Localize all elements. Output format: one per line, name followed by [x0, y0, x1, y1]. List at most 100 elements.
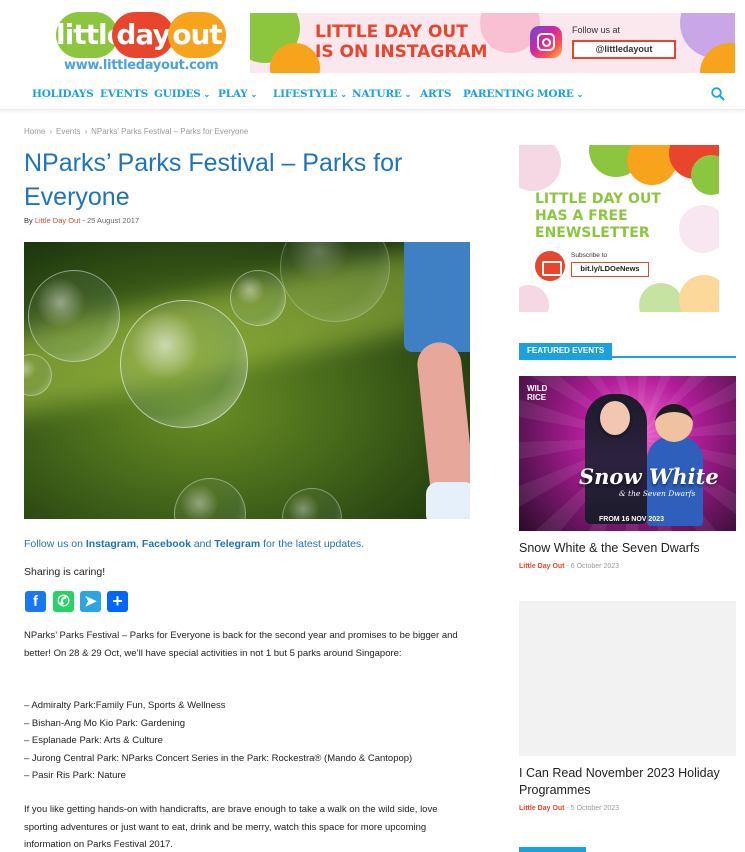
- nav-label: GUIDES: [154, 88, 201, 100]
- nav-item-more[interactable]: MORE ⌄: [537, 80, 583, 110]
- byline: By Little Day Out - 25 August 2017: [24, 216, 139, 225]
- bubble: [28, 270, 120, 362]
- nav-item-lifestyle[interactable]: LIFESTYLE ⌄: [273, 80, 347, 110]
- newsletter-banner[interactable]: LITTLE DAY OUT HAS A FREE ENEWSLETTER Su…: [519, 145, 719, 312]
- search-icon[interactable]: [711, 87, 725, 101]
- instagram-link[interactable]: Instagram: [86, 538, 136, 550]
- article-hero-image: [24, 242, 470, 519]
- nav-item-parenting[interactable]: PARENTING: [463, 80, 534, 110]
- nav-item-nature[interactable]: NATURE ⌄: [352, 80, 411, 110]
- event-author[interactable]: Little Day Out: [519, 805, 565, 812]
- follow-prefix: Follow us on: [24, 538, 86, 550]
- article-outro: If you like getting hands-on with handic…: [24, 804, 438, 850]
- featured-events-label: FEATURED EVENTS: [519, 343, 613, 360]
- article-intro: NParks’ Parks Festival – Parks for Every…: [24, 630, 458, 659]
- banner-title-line1: LITTLE DAY OUT: [315, 22, 468, 42]
- nav-label: ARTS: [420, 88, 452, 100]
- meta-dash: -: [566, 563, 569, 570]
- nav-label: PLAY: [218, 88, 248, 100]
- chevron-down-icon: ⌄: [250, 89, 258, 99]
- list-item: – Jurong Central Park: NParks Concert Se…: [24, 752, 413, 764]
- event-author[interactable]: Little Day Out: [519, 563, 565, 570]
- event-title[interactable]: Snow White & the Seven Dwarfs: [519, 540, 736, 557]
- event-date: 5 October 2023: [570, 805, 620, 812]
- nav-label: NATURE: [352, 88, 402, 100]
- meta-dash: -: [566, 805, 569, 812]
- logo-url: www.littledayout.com: [64, 58, 219, 73]
- event-meta: Little Day Out - 5 October 2023: [519, 805, 619, 812]
- breadcrumb-separator: ›: [49, 127, 53, 136]
- newsletter-link[interactable]: bit.ly/LDOeNews: [571, 262, 649, 277]
- newsletter-title-line3: ENEWSLETTER: [535, 225, 650, 241]
- chevron-down-icon: ⌄: [576, 89, 584, 99]
- follow-suffix: for the latest updates.: [260, 538, 365, 550]
- nav-item-holidays[interactable]: HOLIDAYS: [32, 80, 94, 110]
- breadcrumb-events[interactable]: Events: [56, 127, 80, 136]
- breadcrumb-current: NParks' Parks Festival – Parks for Every…: [91, 127, 249, 136]
- site-logo[interactable]: little day out www.littledayout.com: [56, 12, 226, 76]
- mail-icon: [535, 251, 565, 281]
- nav-item-events[interactable]: EVENTS: [100, 80, 148, 110]
- list-item: – Esplanade Park: Arts & Culture: [24, 735, 163, 746]
- featured-events-header: FEATURED EVENTS: [519, 340, 736, 360]
- bubble: [120, 300, 248, 428]
- chevron-down-icon: ⌄: [404, 89, 412, 99]
- chevron-down-icon: ⌄: [203, 89, 211, 99]
- nav-label: LIFESTYLE: [273, 88, 338, 100]
- banner-dot: [679, 205, 719, 253]
- logo-word-day: day: [112, 12, 174, 58]
- main-nav: HOLIDAYS EVENTS GUIDES ⌄ PLAY ⌄ LIFESTYLE ⌄…: [0, 80, 745, 110]
- breadcrumb-home[interactable]: Home: [24, 127, 45, 136]
- wild-rice-logo: WILD RICE: [527, 384, 548, 402]
- banner-title-line2: IS ON INSTAGRAM: [315, 42, 488, 62]
- event-title[interactable]: I Can Read November 2023 Holiday Program…: [519, 765, 736, 799]
- byline-by: By: [24, 216, 33, 225]
- event-meta: Little Day Out - 6 October 2023: [519, 563, 619, 570]
- banner-dot: [519, 285, 549, 312]
- event-date: 6 October 2023: [570, 563, 620, 570]
- banner-follow-text: Follow us at: [572, 25, 621, 35]
- chevron-down-icon: ⌄: [340, 89, 347, 99]
- whatsapp-share-icon[interactable]: ✆: [53, 591, 74, 612]
- section-header-bar: [519, 847, 586, 852]
- follow-us-line: Follow us on Instagram, Facebook and Tel…: [24, 538, 364, 550]
- follow-and: and: [190, 538, 215, 550]
- poster-subtitle: & the Seven Dwarfs: [619, 489, 696, 498]
- nav-label: PARENTING: [463, 88, 535, 100]
- banner-dot: [691, 155, 719, 195]
- nav-label: HOLIDAYS: [32, 88, 94, 100]
- breadcrumb: Home › Events › NParks' Parks Festival – Par…: [24, 127, 248, 136]
- list-item: – Pasir Ris Park: Nature: [24, 770, 126, 781]
- subscribe-text: Subscribe to: [571, 252, 608, 259]
- bubble: [282, 488, 342, 519]
- nav-item-guides[interactable]: GUIDES ⌄: [154, 80, 210, 110]
- newsletter-title-line1: LITTLE DAY OUT: [535, 191, 661, 207]
- telegram-link[interactable]: Telegram: [214, 538, 260, 550]
- instagram-banner[interactable]: LITTLE DAY OUT IS ON INSTAGRAM Follow us…: [250, 13, 735, 73]
- nav-item-play[interactable]: PLAY ⌄: [218, 80, 257, 110]
- list-item: – Bishan-Ang Mo Kio Park: Gardening: [24, 717, 186, 729]
- nav-label: MORE: [537, 88, 574, 100]
- banner-title: LITTLE DAY OUT IS ON INSTAGRAM: [315, 22, 487, 62]
- event-image-placeholder[interactable]: [519, 601, 736, 756]
- newsletter-title-line2: HAS A FREE: [535, 208, 628, 224]
- telegram-share-icon[interactable]: ➤: [80, 591, 101, 612]
- facebook-link[interactable]: Facebook: [142, 538, 191, 550]
- event-image-snow-white[interactable]: WILD RICE Snow White & the Seven Dwarfs …: [519, 376, 736, 531]
- bubble: [174, 478, 246, 519]
- parks-list: – Admiralty Park:Family Fun, Sports & We…: [24, 697, 412, 785]
- poster-title: Snow White: [579, 464, 719, 489]
- child-sock: [426, 482, 470, 519]
- child-shorts: [404, 242, 470, 352]
- performer-head: [597, 398, 633, 438]
- banner-dot: [519, 145, 561, 191]
- nav-item-arts[interactable]: ARTS: [420, 80, 451, 110]
- poster-dates: FROM 16 NOV 2023: [599, 516, 664, 523]
- byline-author[interactable]: Little Day Out: [35, 216, 80, 225]
- breadcrumb-separator: ›: [84, 127, 88, 136]
- facebook-share-icon[interactable]: f: [25, 591, 46, 612]
- sharing-text: Sharing is caring!: [24, 566, 106, 578]
- nav-label: EVENTS: [100, 88, 148, 100]
- list-item: – Admiralty Park:Family Fun, Sports & We…: [24, 700, 226, 711]
- share-icon[interactable]: +: [107, 591, 128, 612]
